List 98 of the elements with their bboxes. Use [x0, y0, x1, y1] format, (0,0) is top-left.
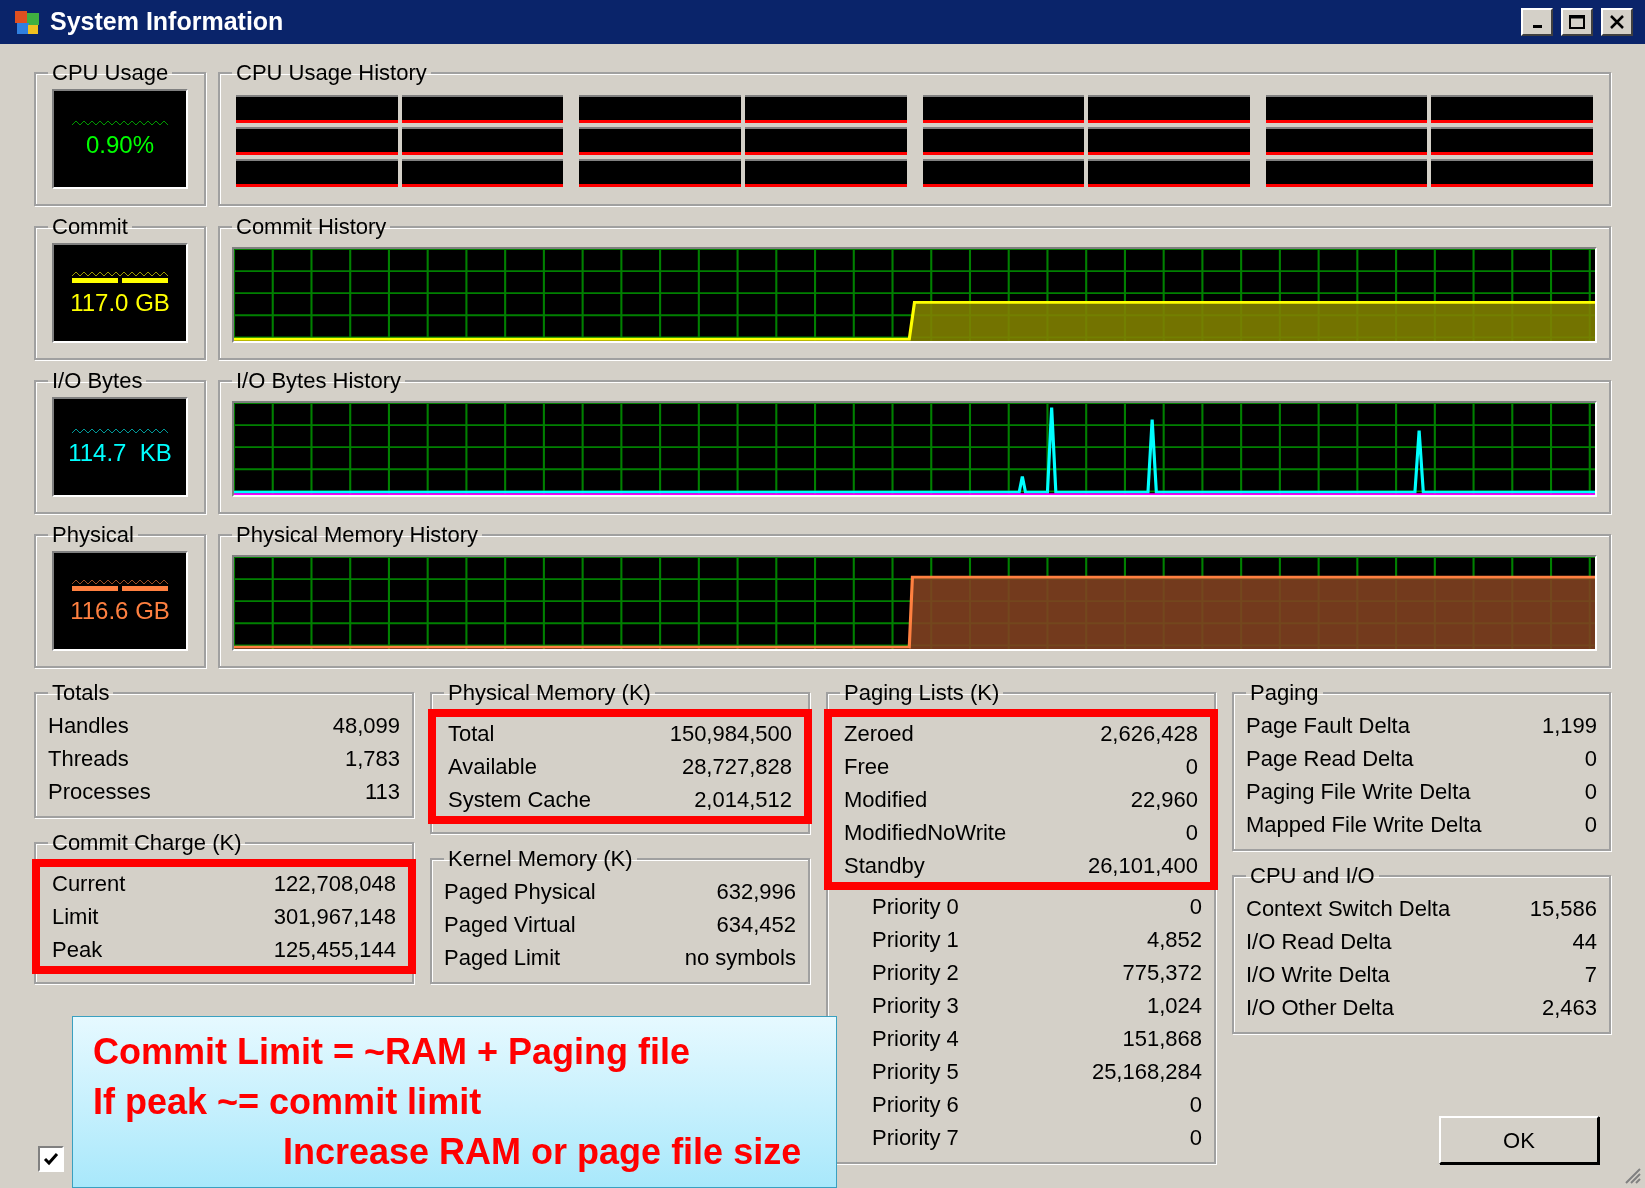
stat-label: Threads [48, 745, 129, 773]
checkmark-icon [43, 1152, 59, 1166]
stat-label: Priority 3 [872, 992, 959, 1020]
history-title: CPU Usage History [235, 59, 428, 87]
stat-label: Paged Limit [444, 944, 561, 972]
group-title: Paging [1249, 679, 1320, 707]
stat-label: Paging File Write Delta [1246, 778, 1471, 806]
stat-value: 15,586 [1529, 895, 1597, 923]
stat-value: 125,455,144 [273, 936, 396, 964]
ok-button[interactable]: OK [1439, 1116, 1599, 1164]
meter-title: Physical [51, 521, 135, 549]
stat-label: Priority 7 [872, 1124, 959, 1152]
stat-value: 0 [1584, 811, 1597, 839]
stat-value: 22,960 [1130, 786, 1198, 814]
stat-value: 0 [1189, 1124, 1202, 1152]
stat-label: System Cache [448, 786, 592, 814]
stat-value: 113 [364, 778, 400, 806]
stat-value: 122,708,048 [273, 870, 396, 898]
meter-reading: 117.0 GB [70, 290, 170, 315]
stat-value: 25,168,284 [1091, 1058, 1202, 1086]
stat-label: Context Switch Delta [1246, 895, 1451, 923]
stat-label: Page Read Delta [1246, 745, 1414, 773]
stat-label: Current [52, 870, 126, 898]
meter-reading: 114.7 KB [68, 441, 172, 465]
callout-text: Commit Limit = ~RAM + Paging file [93, 1030, 692, 1074]
stat-value: 151,868 [1122, 1025, 1202, 1053]
callout-text: If peak ~= commit limit [93, 1080, 483, 1124]
stat-label: Available [448, 753, 537, 781]
stat-label: Peak [52, 936, 103, 964]
group-title: Commit Charge (K) [51, 829, 243, 857]
stat-value: 301,967,148 [273, 903, 396, 931]
stat-value: 632,996 [716, 878, 796, 906]
stat-value: 2,626,428 [1100, 720, 1198, 748]
stat-value: 0 [1584, 745, 1597, 773]
stat-value: 0 [1584, 778, 1597, 806]
stat-label: Priority 4 [872, 1025, 959, 1053]
group-title: Paging Lists (K) [843, 679, 1001, 707]
stat-label: Priority 0 [872, 893, 959, 921]
stat-value: 634,452 [716, 911, 796, 939]
stat-label: ModifiedNoWrite [844, 819, 1007, 847]
stat-label: I/O Write Delta [1246, 961, 1390, 989]
stat-value: 4,852 [1146, 926, 1202, 954]
stat-value: 2,463 [1541, 994, 1597, 1022]
stat-label: Priority 6 [872, 1091, 959, 1119]
stat-value: 1,783 [344, 745, 400, 773]
stat-label: Priority 2 [872, 959, 959, 987]
stat-value: 28,727,828 [681, 753, 792, 781]
minimize-icon [1532, 24, 1542, 28]
stat-label: Handles [48, 712, 129, 740]
meter-reading: 116.6 GB [70, 598, 170, 623]
stat-label: Limit [52, 903, 99, 931]
group-title: Kernel Memory (K) [447, 845, 634, 873]
stat-value: 0 [1185, 753, 1198, 781]
window-title: System Information [50, 6, 285, 38]
stat-value: 2,014,512 [694, 786, 792, 814]
callout-text: Increase RAM or page file size [282, 1130, 803, 1174]
stat-label: I/O Read Delta [1246, 928, 1392, 956]
meter-title: I/O Bytes [51, 367, 144, 395]
meter-title: Commit [51, 213, 129, 241]
stat-label: Processes [48, 778, 151, 806]
history-title: Commit History [235, 213, 388, 241]
stat-label: Paged Physical [444, 878, 596, 906]
stat-label: Priority 5 [872, 1058, 959, 1086]
stat-value: 1,199 [1541, 712, 1597, 740]
stat-label: Standby [844, 852, 925, 880]
maximize-button[interactable] [1561, 8, 1593, 36]
close-icon [1609, 15, 1625, 29]
stat-value: 7 [1584, 961, 1597, 989]
stat-label: Paged Virtual [444, 911, 576, 939]
stat-label: Priority 1 [872, 926, 959, 954]
stat-value: 26,101,400 [1087, 852, 1198, 880]
minimize-button[interactable] [1521, 8, 1553, 36]
stat-value: 44 [1572, 928, 1597, 956]
stat-label: I/O Other Delta [1246, 994, 1394, 1022]
history-title: Physical Memory History [235, 521, 480, 549]
stat-value: no symbols [684, 944, 796, 972]
history-title: I/O Bytes History [235, 367, 403, 395]
meter-reading: 0.90% [85, 133, 155, 157]
meter-title: CPU Usage [51, 59, 170, 87]
stat-label: Zeroed [844, 720, 914, 748]
stat-label: Total [448, 720, 495, 748]
stat-label: Mapped File Write Delta [1246, 811, 1482, 839]
maximize-icon [1569, 15, 1585, 29]
stat-value: 0 [1185, 819, 1198, 847]
close-button[interactable] [1601, 8, 1633, 36]
stat-value: 48,099 [332, 712, 400, 740]
stat-value: 0 [1189, 893, 1202, 921]
stat-label: Page Fault Delta [1246, 712, 1410, 740]
group-title: CPU and I/O [1249, 862, 1376, 890]
group-title: Totals [51, 679, 111, 707]
stat-label: Modified [844, 786, 928, 814]
stat-label: Free [844, 753, 890, 781]
group-title: Physical Memory (K) [447, 679, 652, 707]
stat-value: 1,024 [1146, 992, 1202, 1020]
stat-value: 775,372 [1122, 959, 1202, 987]
stat-value: 0 [1189, 1091, 1202, 1119]
checkbox[interactable] [38, 1146, 64, 1172]
stat-value: 150,984,500 [669, 720, 792, 748]
